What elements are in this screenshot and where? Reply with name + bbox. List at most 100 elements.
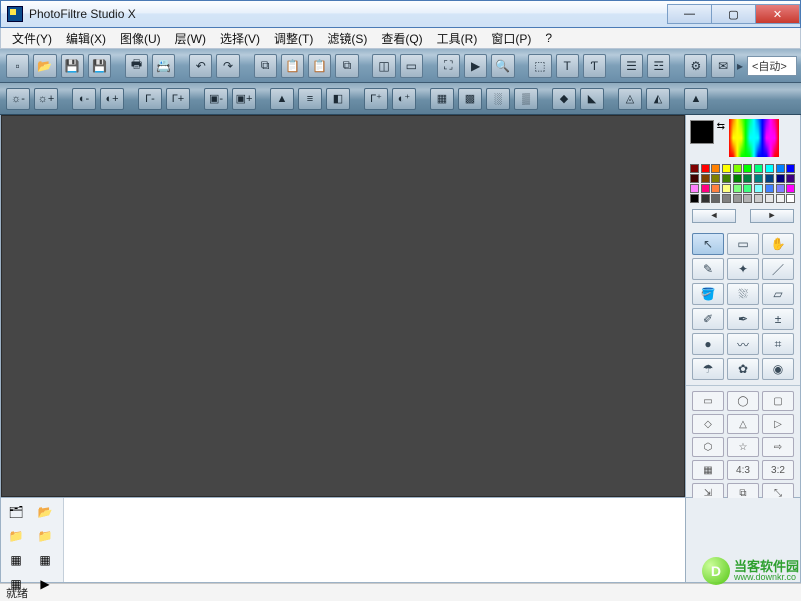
shape-arrow-icon[interactable]: ⇨ <box>762 437 794 457</box>
menu-0[interactable]: 文件(Y) <box>5 28 59 49</box>
scanner-icon[interactable]: 📇 <box>152 54 175 78</box>
shape-star-icon[interactable]: ☆ <box>727 437 759 457</box>
palette-swatch[interactable] <box>765 174 774 183</box>
foreground-color-swatch[interactable] <box>690 120 714 144</box>
menu-8[interactable]: 工具(R) <box>430 28 485 49</box>
palette-swatch[interactable] <box>786 194 795 203</box>
save-icon[interactable]: 💾 <box>61 54 84 78</box>
palette-swatch[interactable] <box>722 164 731 173</box>
auto-contrast-icon[interactable]: ◐⁺ <box>392 88 416 110</box>
new-icon[interactable]: ▫ <box>6 54 29 78</box>
palette-swatch[interactable] <box>711 184 720 193</box>
palette-swatch[interactable] <box>754 174 763 183</box>
palette-swatch[interactable] <box>733 174 742 183</box>
palette-next-button[interactable]: ► <box>750 209 794 223</box>
palette-swatch[interactable] <box>765 164 774 173</box>
palette-swatch[interactable] <box>722 174 731 183</box>
shape-roundrect-icon[interactable]: ▢ <box>762 391 794 411</box>
menu-6[interactable]: 滤镜(S) <box>320 28 374 49</box>
thumbnail-area[interactable] <box>63 498 685 582</box>
explorer-checker-icon[interactable]: ▦ <box>5 550 27 570</box>
photo-mask-icon[interactable]: ▲ <box>684 88 708 110</box>
layer-manager-icon[interactable]: ☲ <box>647 54 670 78</box>
menu-2[interactable]: 图像(U) <box>113 28 168 49</box>
zoom-fit-icon[interactable]: 🔍 <box>491 54 514 78</box>
blur-icon[interactable]: ▒ <box>514 88 538 110</box>
advbrush-tool-icon[interactable]: ✒ <box>727 308 759 330</box>
stamp-tool-icon[interactable]: ± <box>762 308 794 330</box>
palette-swatch[interactable] <box>722 194 731 203</box>
posterize-icon[interactable]: ▩ <box>458 88 482 110</box>
menu-9[interactable]: 窗口(P) <box>484 28 538 49</box>
menu-10[interactable]: ? <box>538 29 559 47</box>
menu-5[interactable]: 调整(T) <box>267 28 320 49</box>
swap-colors-icon[interactable]: ⇆ <box>717 121 725 132</box>
fullscreen-icon[interactable]: ⛶ <box>437 54 460 78</box>
brightness-minus-icon[interactable]: ☼- <box>6 88 30 110</box>
palette-swatch[interactable] <box>754 164 763 173</box>
layer-new-icon[interactable]: ☰ <box>620 54 643 78</box>
palette-swatch[interactable] <box>776 174 785 183</box>
rect-select-tool-icon[interactable]: ▭ <box>727 233 759 255</box>
spray-tool-icon[interactable]: ⛆ <box>727 283 759 305</box>
palette-swatch[interactable] <box>786 184 795 193</box>
wand-tool-icon[interactable]: ✦ <box>727 258 759 280</box>
select-all-icon[interactable]: ⬚ <box>528 54 551 78</box>
palette-swatch[interactable] <box>690 174 699 183</box>
shape-diamond-icon[interactable]: ◇ <box>692 414 724 434</box>
palette-swatch[interactable] <box>711 174 720 183</box>
fgbg-swatch[interactable]: ⇆ <box>690 120 726 156</box>
sharpen-icon[interactable]: ◆ <box>552 88 576 110</box>
shape-ellipse-icon[interactable]: ◯ <box>727 391 759 411</box>
preferences-icon[interactable]: ✉ <box>711 54 734 78</box>
zoom-auto-field[interactable]: <自动> <box>747 56 797 76</box>
brightness-plus-icon[interactable]: ☼+ <box>34 88 58 110</box>
palette-swatch[interactable] <box>701 194 710 203</box>
shape-hex-icon[interactable]: ⬡ <box>692 437 724 457</box>
eyedropper-tool-icon[interactable]: ✎ <box>692 258 724 280</box>
close-button[interactable]: ✕ <box>755 4 800 24</box>
palette-swatch[interactable] <box>786 174 795 183</box>
explorer-yellow2-icon[interactable]: 📁 <box>34 526 56 546</box>
maximize-button[interactable]: ▢ <box>711 4 756 24</box>
palette-swatch[interactable] <box>765 184 774 193</box>
paste-special-icon[interactable]: 📋 <box>308 54 331 78</box>
retouch-tool-icon[interactable]: ☂ <box>692 358 724 380</box>
copy-icon[interactable]: ⧉ <box>254 54 277 78</box>
slideshow-icon[interactable]: ▶ <box>464 54 487 78</box>
ratio-43-icon[interactable]: 4:3 <box>727 460 759 480</box>
color-spectrum[interactable] <box>729 119 779 157</box>
canvas-size-icon[interactable]: ▭ <box>400 54 423 78</box>
palette-swatch[interactable] <box>711 164 720 173</box>
grayscale-icon[interactable]: ◧ <box>326 88 350 110</box>
brush-tool-icon[interactable]: ✐ <box>692 308 724 330</box>
palette-swatch[interactable] <box>701 174 710 183</box>
saturation-minus-icon[interactable]: ▣- <box>204 88 228 110</box>
paste-icon[interactable]: 📋 <box>281 54 304 78</box>
palette-swatch[interactable] <box>776 184 785 193</box>
palette-swatch[interactable] <box>711 194 720 203</box>
palette-swatch[interactable] <box>743 194 752 203</box>
variations-l-icon[interactable]: ◬ <box>618 88 642 110</box>
image-size-icon[interactable]: ◫ <box>372 54 395 78</box>
palette-swatch[interactable] <box>690 184 699 193</box>
auto-arrow-icon[interactable]: ▸ <box>737 59 743 73</box>
minimize-button[interactable]: — <box>667 4 712 24</box>
palette-swatch[interactable] <box>776 164 785 173</box>
pointer-tool-icon[interactable]: ↖ <box>692 233 724 255</box>
blur-tool-icon[interactable]: ● <box>692 333 724 355</box>
clone-icon[interactable]: ⧉ <box>335 54 358 78</box>
gradient-icon[interactable]: ◣ <box>580 88 604 110</box>
palette-swatch[interactable] <box>733 164 742 173</box>
palette-prev-button[interactable]: ◄ <box>692 209 736 223</box>
auto-levels-icon[interactable]: Γ⁺ <box>364 88 388 110</box>
palette-swatch[interactable] <box>786 164 795 173</box>
saturation-plus-icon[interactable]: ▣+ <box>232 88 256 110</box>
noise-icon[interactable]: ░ <box>486 88 510 110</box>
palette-swatch[interactable] <box>743 174 752 183</box>
deform-tool-icon[interactable]: ◉ <box>762 358 794 380</box>
shape-rtriangle-icon[interactable]: ▷ <box>762 414 794 434</box>
smudge-tool-icon[interactable]: 〰 <box>727 333 759 355</box>
canvas-area[interactable] <box>1 115 685 497</box>
explorer-add-icon[interactable]: 📂 <box>34 502 56 522</box>
